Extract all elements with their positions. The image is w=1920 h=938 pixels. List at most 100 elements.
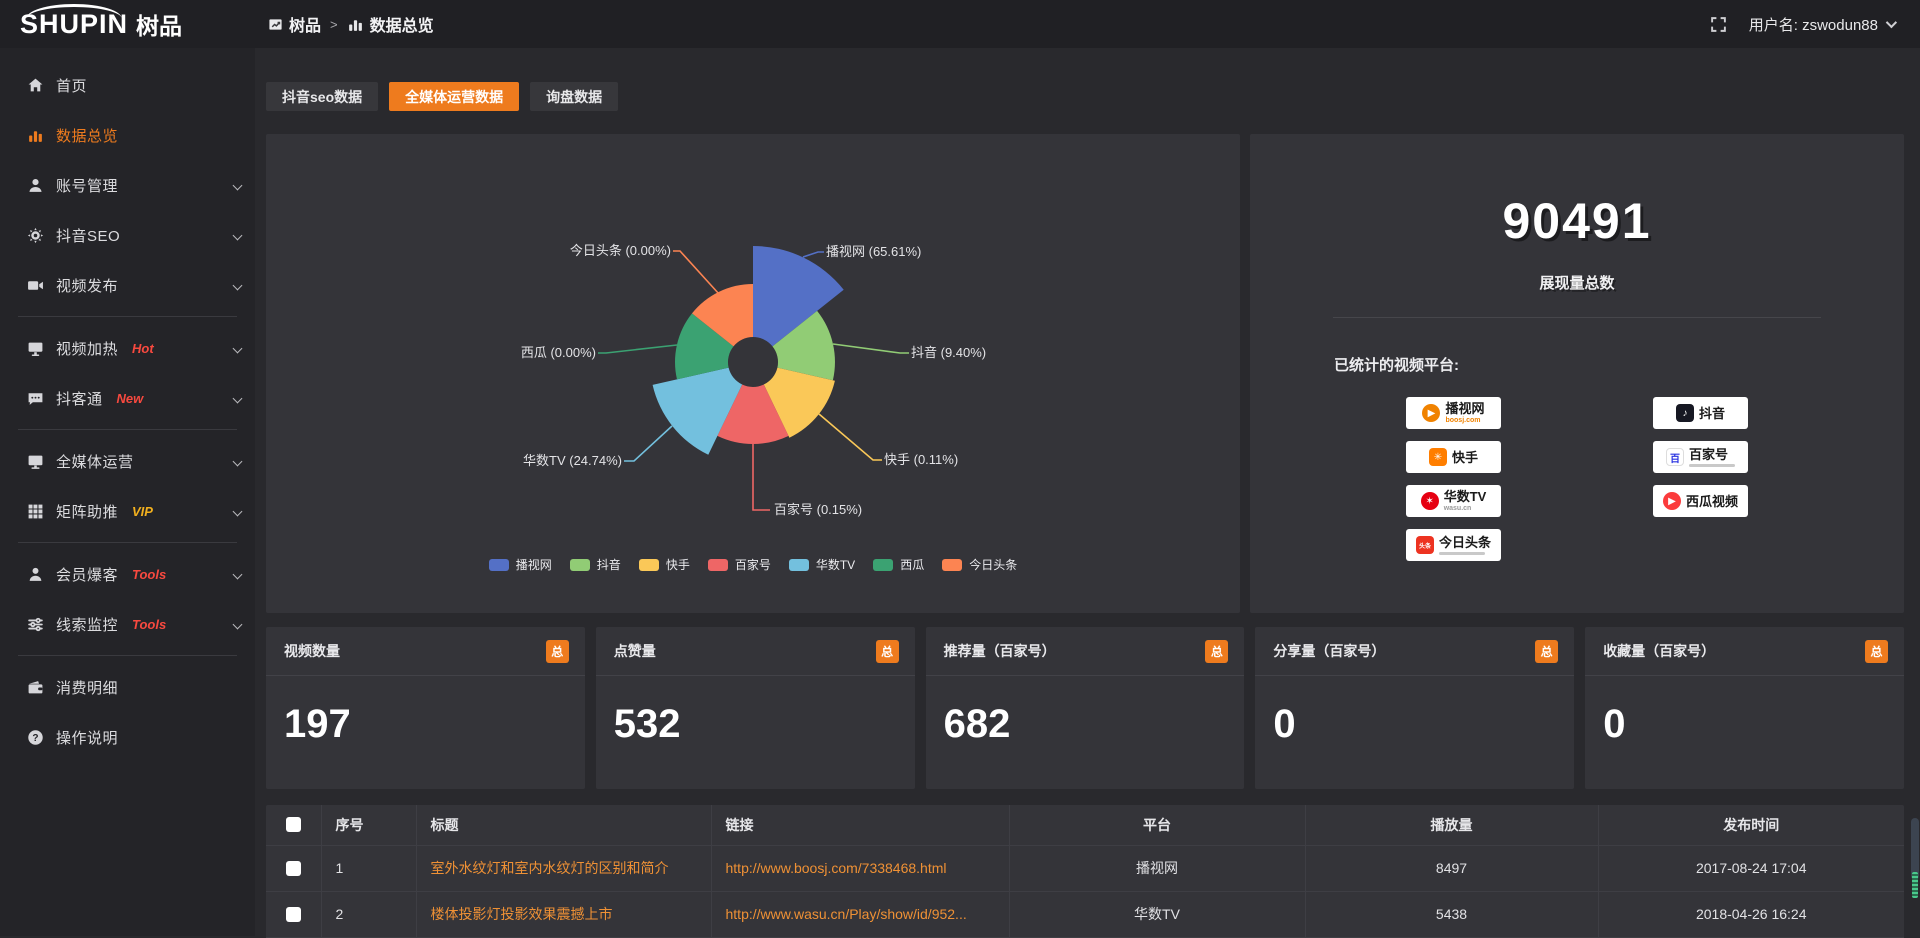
pie-label-line: [803, 252, 824, 257]
table-cell: 2018-04-26 16:24: [1598, 891, 1904, 937]
stat-card-value: 0: [1585, 676, 1904, 747]
sidebar-item-badge: Hot: [132, 341, 154, 356]
tab-2[interactable]: 全媒体运营数据: [389, 82, 519, 111]
legend-item-西瓜[interactable]: 西瓜: [873, 556, 924, 573]
gear-icon: [26, 227, 44, 244]
platform-name: 播视网: [1445, 402, 1484, 415]
table-row: 2楼体投影灯投影效果震撼上市http://www.wasu.cn/Play/sh…: [266, 891, 1904, 937]
total-badge[interactable]: 总: [1865, 640, 1888, 663]
platform-subtext: boosj.com: [1445, 417, 1484, 424]
stat-card-value: 532: [596, 676, 915, 747]
breadcrumb-item[interactable]: 树品: [268, 12, 321, 36]
sliders-icon: [26, 616, 44, 633]
sidebar-item-video-publish[interactable]: 视频发布: [0, 260, 255, 310]
total-badge[interactable]: 总: [546, 640, 569, 663]
legend-label: 华数TV: [816, 556, 855, 573]
pie-label: 华数TV (24.74%): [523, 453, 622, 468]
platform-badge-今日头条: 头条今日头条: [1406, 529, 1501, 561]
person-icon: [26, 566, 44, 583]
legend-item-华数TV[interactable]: 华数TV: [789, 556, 855, 573]
row-title-link[interactable]: 室外水纹灯和室内水纹灯的区别和简介: [431, 858, 711, 878]
sidebar-item-label: 视频发布: [56, 275, 118, 296]
chat-icon: [26, 390, 44, 407]
table-header-3: 链接: [711, 805, 1009, 845]
total-badge[interactable]: 总: [1205, 640, 1228, 663]
row-url-link[interactable]: http://www.wasu.cn/Play/show/id/952...: [726, 906, 1009, 922]
row-checkbox[interactable]: [286, 907, 301, 922]
platform-text: 快手: [1452, 451, 1478, 464]
table-cell: 播视网: [1009, 845, 1305, 891]
video-table: 序号标题链接平台播放量发布时间 1室外水纹灯和室内水纹灯的区别和简介http:/…: [266, 805, 1904, 938]
tab-1[interactable]: 抖音seo数据: [266, 82, 378, 111]
sidebar-item-consumption-detail[interactable]: 消费明细: [0, 662, 255, 712]
scrollbar-marker: [1912, 872, 1918, 898]
sidebar-item-member-burst[interactable]: 会员爆客Tools: [0, 549, 255, 599]
播视网-logo-icon: ▶: [1422, 404, 1440, 422]
username-label: 用户名: zswodun88: [1749, 14, 1878, 35]
sidebar-item-label: 抖客通: [56, 388, 103, 409]
topbar: SHUPIN 树品 树品>数据总览 用户名: zswodun88: [0, 0, 1920, 48]
breadcrumb-item[interactable]: 数据总览: [347, 12, 434, 36]
sidebar-item-video-heating[interactable]: 视频加热 Hot: [0, 323, 255, 373]
breadcrumb-label: 树品: [289, 12, 321, 36]
sidebar-item-account-management[interactable]: 账号管理: [0, 160, 255, 210]
stat-card-1: 视频数量总197: [266, 627, 585, 789]
table-cell: http://www.wasu.cn/Play/show/id/952...: [711, 891, 1009, 937]
table-cell: 2017-08-24 17:04: [1598, 845, 1904, 891]
sidebar-item-omnimedia-operation[interactable]: 全媒体运营: [0, 436, 255, 486]
sidebar-item-matrix-boost[interactable]: 矩阵助推VIP: [0, 486, 255, 536]
total-impressions-value: 90491: [1250, 192, 1904, 250]
row-url-link[interactable]: http://www.boosj.com/7338468.html: [726, 860, 1009, 876]
row-checkbox[interactable]: [286, 861, 301, 876]
screen-icon: [26, 340, 44, 357]
table-header-row: 序号标题链接平台播放量发布时间: [266, 805, 1904, 845]
legend-item-抖音[interactable]: 抖音: [570, 556, 621, 573]
select-all-checkbox[interactable]: [286, 817, 301, 832]
tab-3[interactable]: 询盘数据: [530, 82, 618, 111]
sidebar-item-operation-guide[interactable]: ?操作说明: [0, 712, 255, 762]
sidebar-item-badge: New: [117, 391, 144, 406]
sidebar-item-douyin-seo[interactable]: 抖音SEO: [0, 210, 255, 260]
platform-badge-抖音: ♪抖音: [1653, 397, 1748, 429]
username-menu[interactable]: 用户名: zswodun88: [1749, 14, 1894, 35]
platform-text: 播视网 boosj.com: [1445, 402, 1484, 424]
legend-item-百家号[interactable]: 百家号: [708, 556, 771, 573]
row-title-link[interactable]: 楼体投影灯投影效果震撼上市: [431, 904, 711, 924]
table-cell: 5438: [1305, 891, 1598, 937]
svg-text:?: ?: [32, 733, 38, 744]
pie-label: 今日头条 (0.00%): [570, 243, 671, 258]
legend-item-播视网[interactable]: 播视网: [489, 556, 552, 573]
pie-slice-华数TV[interactable]: [653, 368, 743, 455]
sidebar-menu: 首页数据总览账号管理抖音SEO 视频发布视频加热 Hot 抖客通 New 全媒体运营矩阵助…: [0, 60, 255, 762]
sidebar-item-clue-monitor[interactable]: 线索监控Tools: [0, 599, 255, 649]
legend-swatch: [873, 559, 893, 571]
sidebar-item-douketong[interactable]: 抖客通 New: [0, 373, 255, 423]
legend-item-快手[interactable]: 快手: [639, 556, 690, 573]
legend-swatch: [789, 559, 809, 571]
total-badge[interactable]: 总: [1535, 640, 1558, 663]
西瓜视频-logo-icon: ▶: [1663, 492, 1681, 510]
topbar-right: 用户名: zswodun88: [1710, 14, 1920, 35]
sidebar-item-label: 抖音SEO: [56, 225, 120, 246]
fullscreen-icon[interactable]: [1710, 16, 1727, 33]
sidebar-item-home[interactable]: 首页: [0, 60, 255, 110]
sidebar-item-label: 视频加热: [56, 338, 118, 359]
chart-legend: 播视网 抖音 快手 百家号 华数TV 西瓜 今日头条: [266, 556, 1240, 573]
page-scrollbar[interactable]: [1911, 48, 1919, 936]
sidebar-item-data-overview[interactable]: 数据总览: [0, 110, 255, 160]
app-logo: SHUPIN 树品: [0, 7, 255, 41]
stat-card-2: 点赞量总532: [596, 627, 915, 789]
chevron-down-icon: [233, 180, 243, 190]
chevron-down-icon: [233, 343, 243, 353]
table-header-6: 发布时间: [1598, 805, 1904, 845]
total-badge[interactable]: 总: [876, 640, 899, 663]
sidebar-divider: [18, 316, 237, 317]
logo-text-cn: 树品: [136, 7, 182, 41]
scrollbar-thumb[interactable]: [1911, 818, 1919, 880]
chevron-down-icon: [233, 456, 243, 466]
sidebar-item-badge: Tools: [132, 567, 166, 582]
legend-label: 播视网: [516, 556, 552, 573]
legend-item-今日头条[interactable]: 今日头条: [942, 556, 1017, 573]
sidebar-item-badge: Tools: [132, 617, 166, 632]
breadcrumb: 树品>数据总览: [268, 12, 434, 36]
